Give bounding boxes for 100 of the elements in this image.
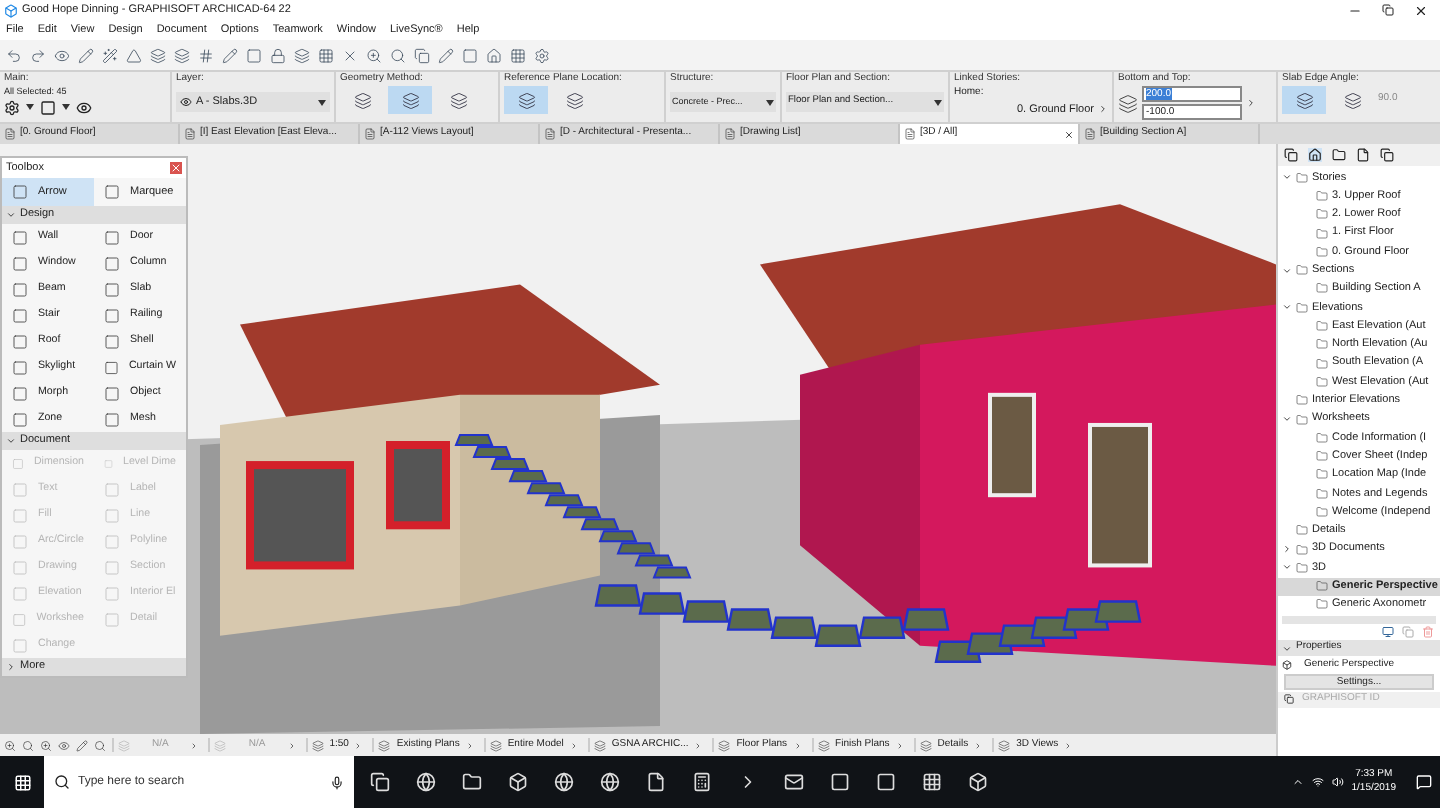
toolbar-icon[interactable] [342, 47, 358, 63]
status-icon [998, 739, 1011, 751]
slab-icon [517, 91, 535, 109]
visibility-icon [180, 96, 192, 108]
dropdown-arrow-icon [934, 99, 942, 105]
toolbar-icon[interactable] [150, 47, 166, 63]
network-icon[interactable] [1311, 776, 1324, 788]
status-icon [919, 739, 932, 751]
slab-icon [565, 91, 583, 109]
folder-icon [1316, 450, 1328, 463]
toolbar-icon[interactable] [126, 47, 142, 63]
tool-icon [12, 184, 28, 200]
element-icon[interactable] [40, 99, 56, 116]
folder-icon [1316, 375, 1328, 388]
taskbar-app-icon[interactable] [646, 772, 666, 792]
dropdown-arrow-icon [318, 99, 326, 105]
volume-icon[interactable] [1331, 776, 1344, 788]
option-button[interactable] [1282, 86, 1326, 114]
view-icon[interactable] [76, 99, 92, 116]
status-icon [214, 739, 227, 751]
tool-icon [104, 184, 120, 200]
option-button[interactable] [388, 86, 432, 114]
toolbar-icon[interactable] [270, 47, 286, 63]
taskbar-app-icon[interactable] [508, 772, 528, 792]
toolbar-icon[interactable] [438, 47, 454, 63]
zoom-control-icon[interactable] [94, 739, 106, 751]
folder-icon [1296, 264, 1308, 277]
toolbar-icon[interactable] [6, 47, 22, 63]
close-icon[interactable] [1414, 3, 1428, 17]
slab-icon [1343, 91, 1361, 109]
toolbar-icon[interactable] [102, 47, 118, 63]
toolbar-icon[interactable] [390, 47, 406, 63]
restore-icon[interactable] [1382, 4, 1394, 16]
folder-icon [1316, 245, 1328, 258]
folder-icon [1316, 431, 1328, 444]
folder-icon [1316, 338, 1328, 351]
taskbar-app-icon[interactable] [416, 772, 436, 792]
folder-icon [1316, 580, 1328, 593]
view-type-icon [184, 128, 196, 140]
folder-icon [1316, 189, 1328, 202]
view-type-icon [364, 128, 376, 140]
taskbar-app-icon[interactable] [370, 772, 390, 792]
view-type-icon [724, 128, 736, 140]
folder-icon [1296, 301, 1308, 314]
taskbar-app-icon[interactable] [968, 772, 988, 792]
taskbar-app-icon[interactable] [600, 772, 620, 792]
zoom-control-icon[interactable] [4, 739, 16, 751]
taskbar-app-icon[interactable] [876, 772, 896, 792]
folder-icon [1316, 320, 1328, 333]
toolbar-icon[interactable] [222, 47, 238, 63]
toolbar-icon[interactable] [534, 47, 550, 63]
folder-icon [1296, 413, 1308, 425]
toolbar-icon[interactable] [366, 47, 382, 63]
settings-icon[interactable] [4, 99, 20, 116]
notifications-icon[interactable] [1416, 774, 1432, 790]
status-icon [378, 739, 391, 751]
zoom-control-icon[interactable] [58, 739, 70, 751]
slab-height-icon [1118, 93, 1138, 113]
toolbar-icon[interactable] [78, 47, 94, 63]
toolbar-icon[interactable] [486, 47, 502, 63]
dropdown-arrow-icon [766, 99, 774, 105]
microphone-icon [330, 775, 344, 789]
taskbar-app-icon[interactable] [830, 772, 850, 792]
folder-icon [1316, 227, 1328, 240]
option-button[interactable] [504, 86, 548, 114]
start-icon[interactable] [13, 773, 31, 791]
folder-icon [1316, 505, 1328, 518]
slab-icon [1295, 91, 1313, 109]
toolbar-icon[interactable] [174, 47, 190, 63]
status-icon [593, 739, 606, 751]
horizontal-scrollbar[interactable] [1282, 616, 1436, 625]
view-type-icon [544, 128, 556, 140]
status-icon [118, 739, 130, 751]
toolbar-icon[interactable] [318, 47, 334, 63]
toolbar-icon[interactable] [414, 47, 430, 63]
clone-icon[interactable] [1284, 148, 1298, 162]
toolbar-icon[interactable] [246, 47, 262, 63]
search-icon [54, 774, 70, 790]
taskbar-app-icon[interactable] [692, 772, 712, 792]
taskbar-app-icon[interactable] [784, 772, 804, 792]
view-type-icon [1084, 128, 1096, 140]
zoom-control-icon[interactable] [40, 739, 52, 751]
slab-icon [401, 91, 419, 109]
taskbar-app-icon[interactable] [462, 772, 482, 792]
toolbar-icon[interactable] [54, 47, 70, 63]
dropdown-arrow-icon [26, 104, 34, 111]
app-icon [4, 3, 18, 17]
folder-icon [1296, 394, 1308, 407]
taskbar-app-icon[interactable] [922, 772, 942, 792]
taskbar-app-icon[interactable] [554, 772, 574, 792]
toolbar-icon[interactable] [198, 47, 214, 63]
folder-icon [1296, 561, 1308, 574]
zoom-control-icon[interactable] [22, 739, 34, 751]
new-view-icon[interactable] [1382, 626, 1394, 639]
toolbar-icon[interactable] [30, 47, 46, 63]
toolbar-icon[interactable] [462, 47, 478, 63]
folder-icon [1296, 171, 1308, 184]
zoom-control-icon[interactable] [76, 739, 88, 751]
toolbar-icon[interactable] [294, 47, 310, 63]
toolbar-icon[interactable] [510, 47, 526, 63]
